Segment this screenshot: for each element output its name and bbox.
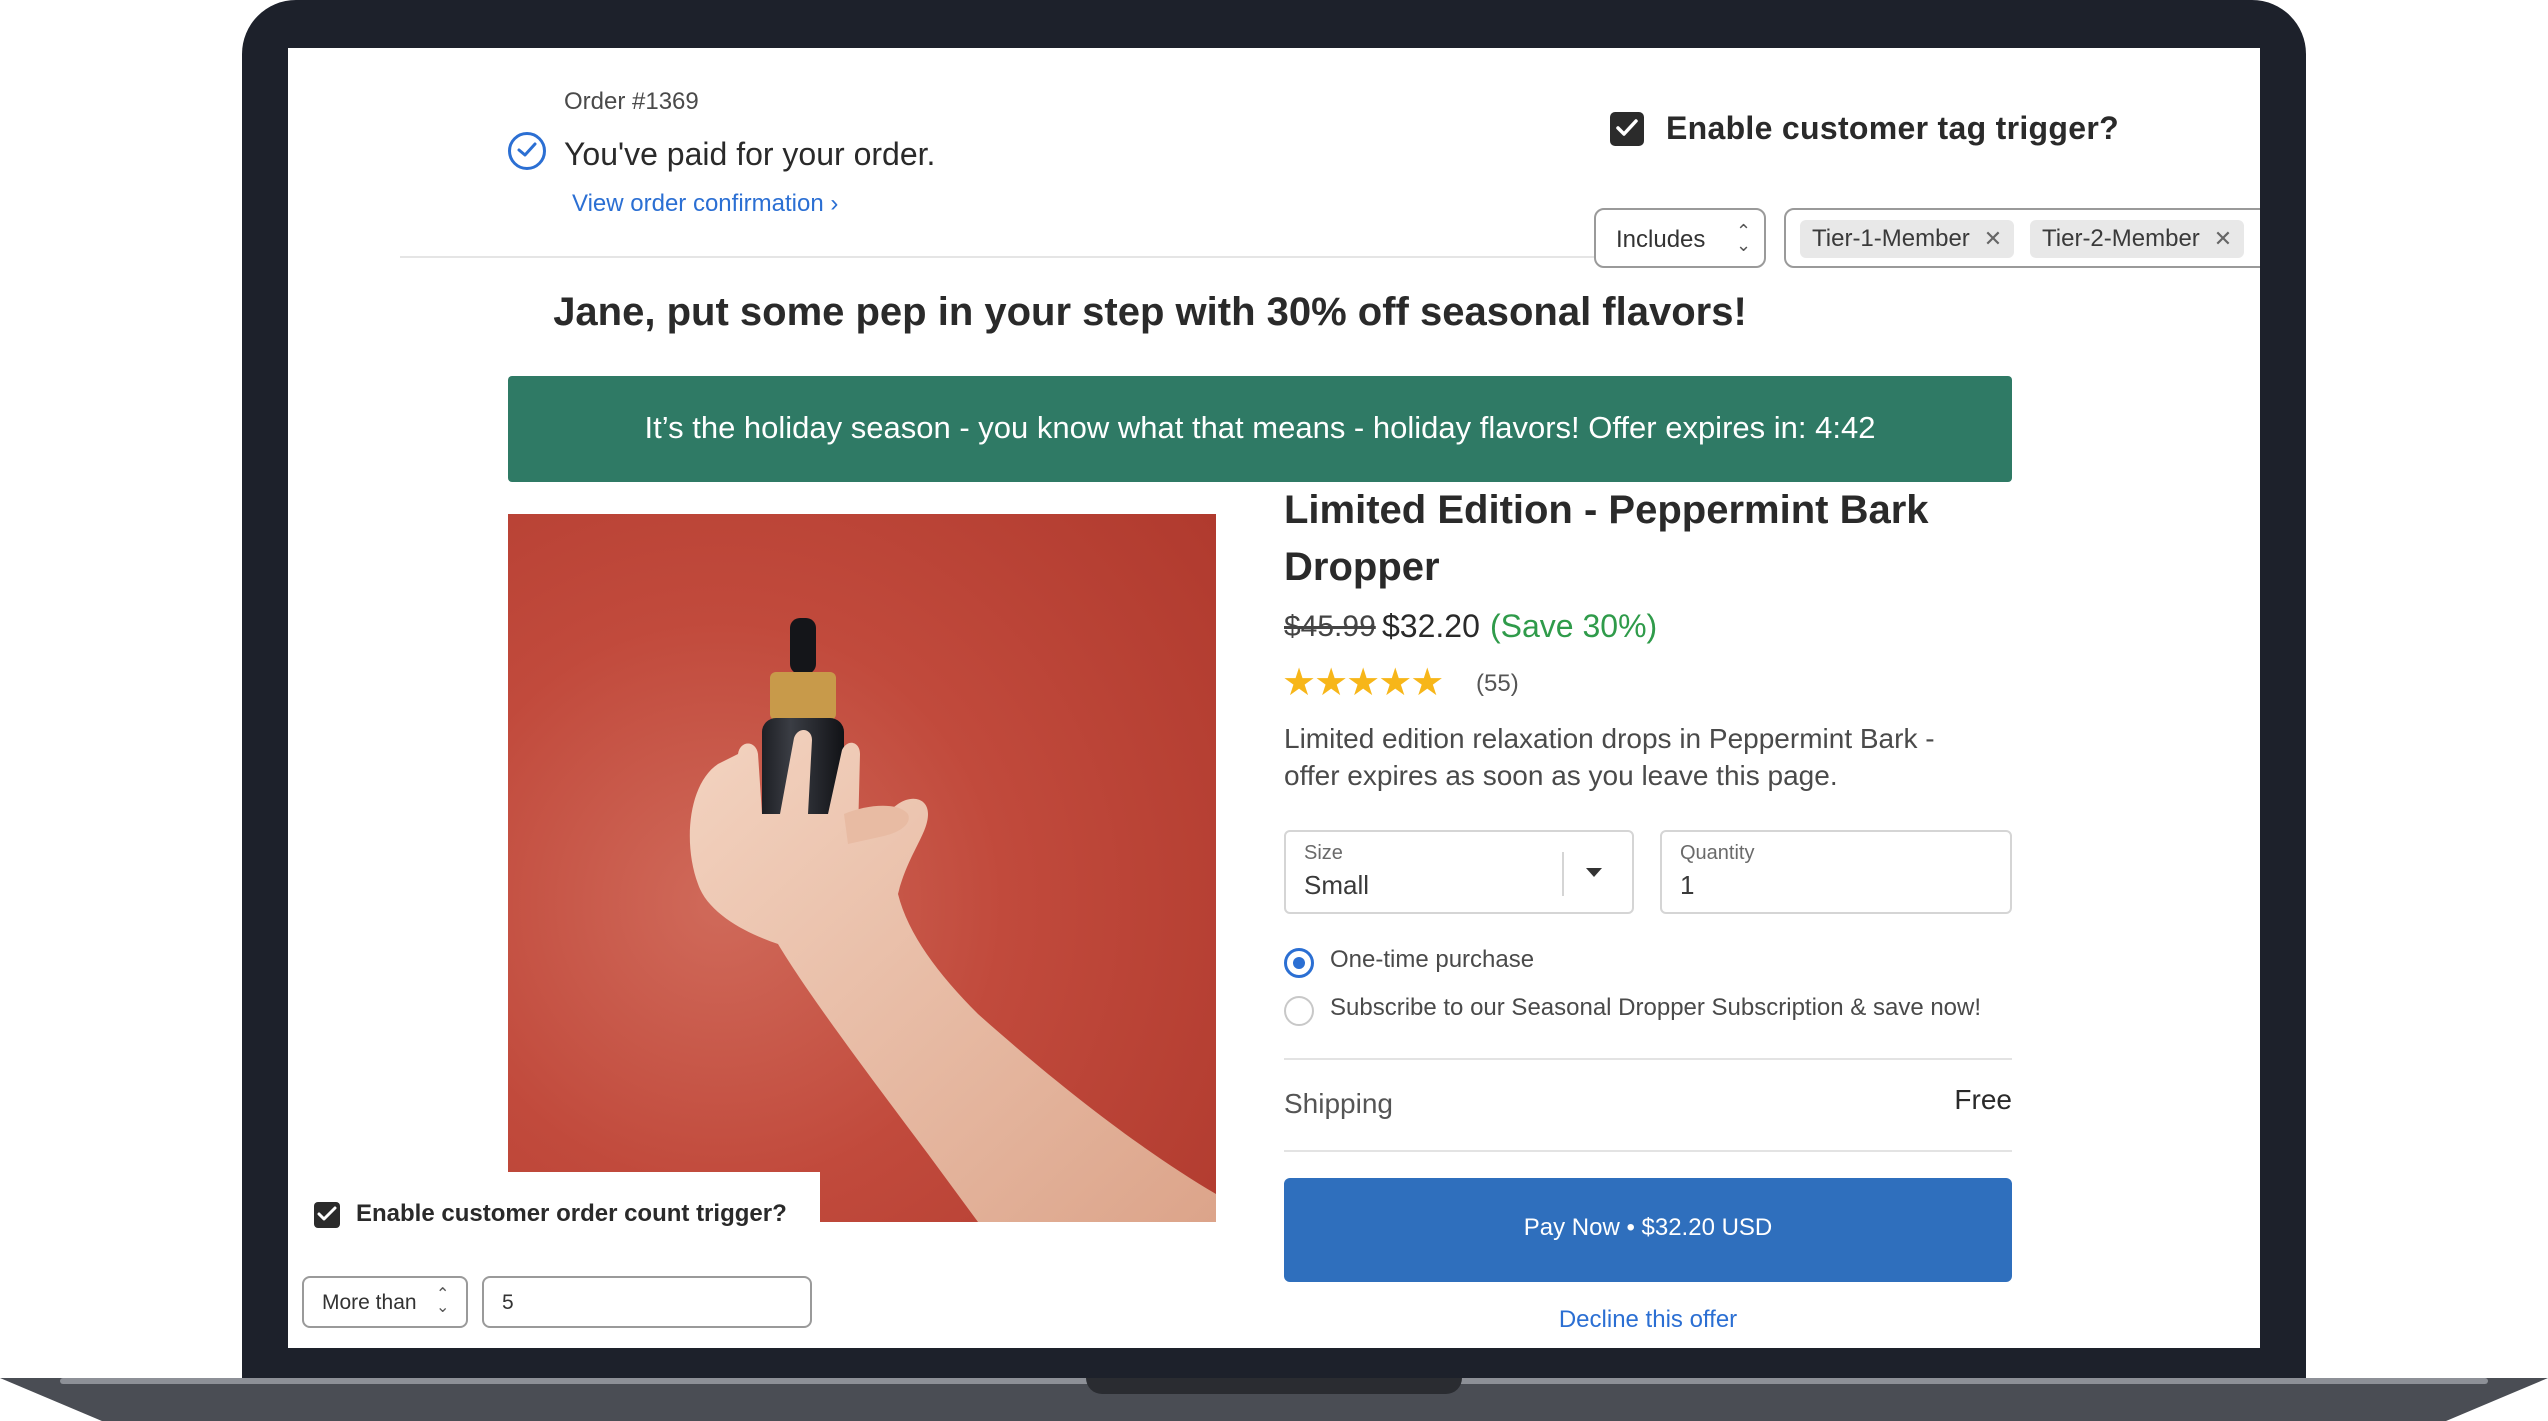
size-select[interactable]: Size Small xyxy=(1284,830,1634,914)
view-order-confirmation-link[interactable]: View order confirmation › xyxy=(572,190,838,218)
laptop-hinge-notch xyxy=(1086,1378,1462,1394)
tag-chip-label: Tier-2-Member xyxy=(2042,225,2200,252)
offer-banner: It’s the holiday season - you know what … xyxy=(508,376,2012,482)
order-count-trigger-checkbox[interactable] xyxy=(314,1202,340,1228)
original-price: $45.99 xyxy=(1284,610,1376,643)
order-count-input[interactable]: 5 xyxy=(482,1276,812,1328)
order-count-value: 5 xyxy=(502,1291,514,1314)
order-count-trigger-label: Enable customer order count trigger? xyxy=(356,1200,787,1227)
rating-count: (55) xyxy=(1476,670,1519,697)
one-time-purchase-label[interactable]: One-time purchase xyxy=(1330,946,1534,974)
caret-down-icon xyxy=(1586,868,1602,877)
updown-chevron-icon: ⌃ ⌄ xyxy=(436,1286,450,1316)
product-description: Limited edition relaxation drops in Pepp… xyxy=(1284,723,1935,791)
size-value: Small xyxy=(1304,870,1370,900)
quantity-label: Quantity xyxy=(1680,842,1755,864)
remove-tag-icon[interactable]: ✕ xyxy=(1984,226,2002,251)
tag-trigger-label: Enable customer tag trigger? xyxy=(1666,110,2119,146)
shipping-value: Free xyxy=(1954,1084,2012,1115)
product-title: Limited Edition - Peppermint Bark Droppe… xyxy=(1284,488,1929,589)
updown-chevron-icon: ⌃ ⌄ xyxy=(1736,221,1752,255)
tag-operator-select[interactable]: Includes ⌃ ⌄ xyxy=(1594,208,1766,268)
offer-banner-text: It’s the holiday season - you know what … xyxy=(644,410,1876,445)
select-divider xyxy=(1562,852,1564,896)
tag-chip: Tier-2-Member ✕ xyxy=(2030,220,2245,258)
order-count-operator-select[interactable]: More than ⌃ ⌄ xyxy=(302,1276,468,1328)
pay-now-label: Pay Now • $32.20 USD xyxy=(1523,1214,1773,1241)
tag-chip-label: Tier-1-Member xyxy=(1812,225,1970,252)
one-time-purchase-radio[interactable] xyxy=(1284,948,1314,978)
savings-badge: (Save 30%) xyxy=(1490,608,1658,644)
subscription-label[interactable]: Subscribe to our Seasonal Dropper Subscr… xyxy=(1330,994,1981,1022)
quantity-field[interactable]: Quantity 1 xyxy=(1660,830,2012,914)
offer-headline: Jane, put some pep in your step with 30%… xyxy=(553,290,1747,334)
header-divider xyxy=(400,256,1660,258)
shipping-divider-bottom xyxy=(1284,1150,2012,1152)
pay-now-button[interactable]: Pay Now • $32.20 USD xyxy=(1284,1178,2012,1282)
order-count-operator-value: More than xyxy=(322,1291,417,1314)
size-label: Size xyxy=(1304,842,1343,864)
subscription-radio[interactable] xyxy=(1284,996,1314,1026)
rating-stars-icon: ★★★★★ xyxy=(1282,662,1444,704)
quantity-value: 1 xyxy=(1680,870,1695,900)
product-image xyxy=(508,514,1216,1222)
tag-operator-value: Includes xyxy=(1616,226,1706,253)
tag-trigger-checkbox[interactable] xyxy=(1610,112,1644,146)
decline-offer-link[interactable]: Decline this offer xyxy=(1284,1306,2012,1334)
tag-input[interactable]: Tier-1-Member ✕ Tier-2-Member ✕ xyxy=(1784,208,2260,268)
shipping-divider-top xyxy=(1284,1058,2012,1060)
shipping-label: Shipping xyxy=(1284,1088,1393,1119)
paid-message: You've paid for your order. xyxy=(564,136,936,172)
check-circle-icon xyxy=(508,132,546,170)
order-number: Order #1369 xyxy=(564,88,699,115)
sale-price: $32.20 xyxy=(1382,608,1480,644)
remove-tag-icon[interactable]: ✕ xyxy=(2214,226,2232,251)
tag-chip: Tier-1-Member ✕ xyxy=(1800,220,2015,258)
laptop-screen: Order #1369 You've paid for your order. … xyxy=(288,48,2260,1348)
